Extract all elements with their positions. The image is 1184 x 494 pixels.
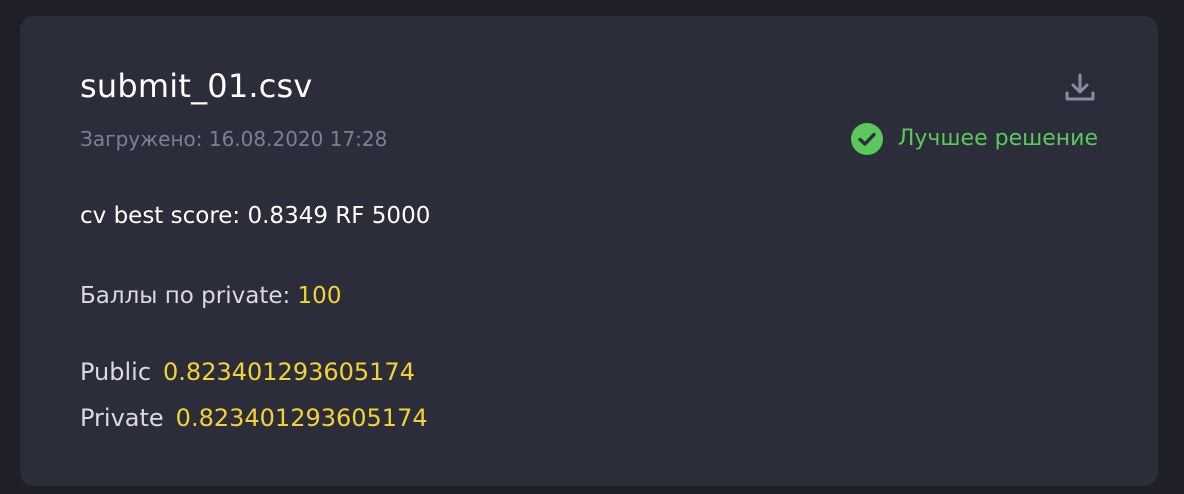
private-points-value: 100: [297, 283, 342, 309]
best-solution-badge: Лучшее решение: [850, 122, 1098, 156]
submission-comment: cv best score: 0.8349 RF 5000: [80, 203, 431, 229]
private-score-row: Private 0.823401293605174: [80, 402, 428, 434]
download-icon: [1065, 73, 1095, 101]
upload-date-value: 16.08.2020 17:28: [208, 127, 388, 151]
private-score-label: Private: [80, 404, 164, 432]
submission-filename: submit_01.csv: [80, 67, 313, 105]
download-button[interactable]: [1060, 68, 1100, 108]
upload-date-label: Загружено:: [80, 127, 203, 151]
public-score-value: 0.823401293605174: [163, 358, 415, 386]
check-circle-icon: [850, 122, 884, 156]
submission-card: submit_01.csv Загружено: 16.08.2020 17:2…: [20, 16, 1158, 486]
public-score-label: Public: [80, 358, 152, 386]
best-solution-label: Лучшее решение: [897, 126, 1098, 151]
upload-date: Загружено: 16.08.2020 17:28: [80, 125, 387, 153]
private-points-label: Баллы по private:: [80, 283, 291, 309]
public-score-row: Public 0.823401293605174: [80, 356, 415, 388]
private-points: Баллы по private: 100: [80, 280, 341, 312]
private-score-value: 0.823401293605174: [175, 404, 428, 432]
